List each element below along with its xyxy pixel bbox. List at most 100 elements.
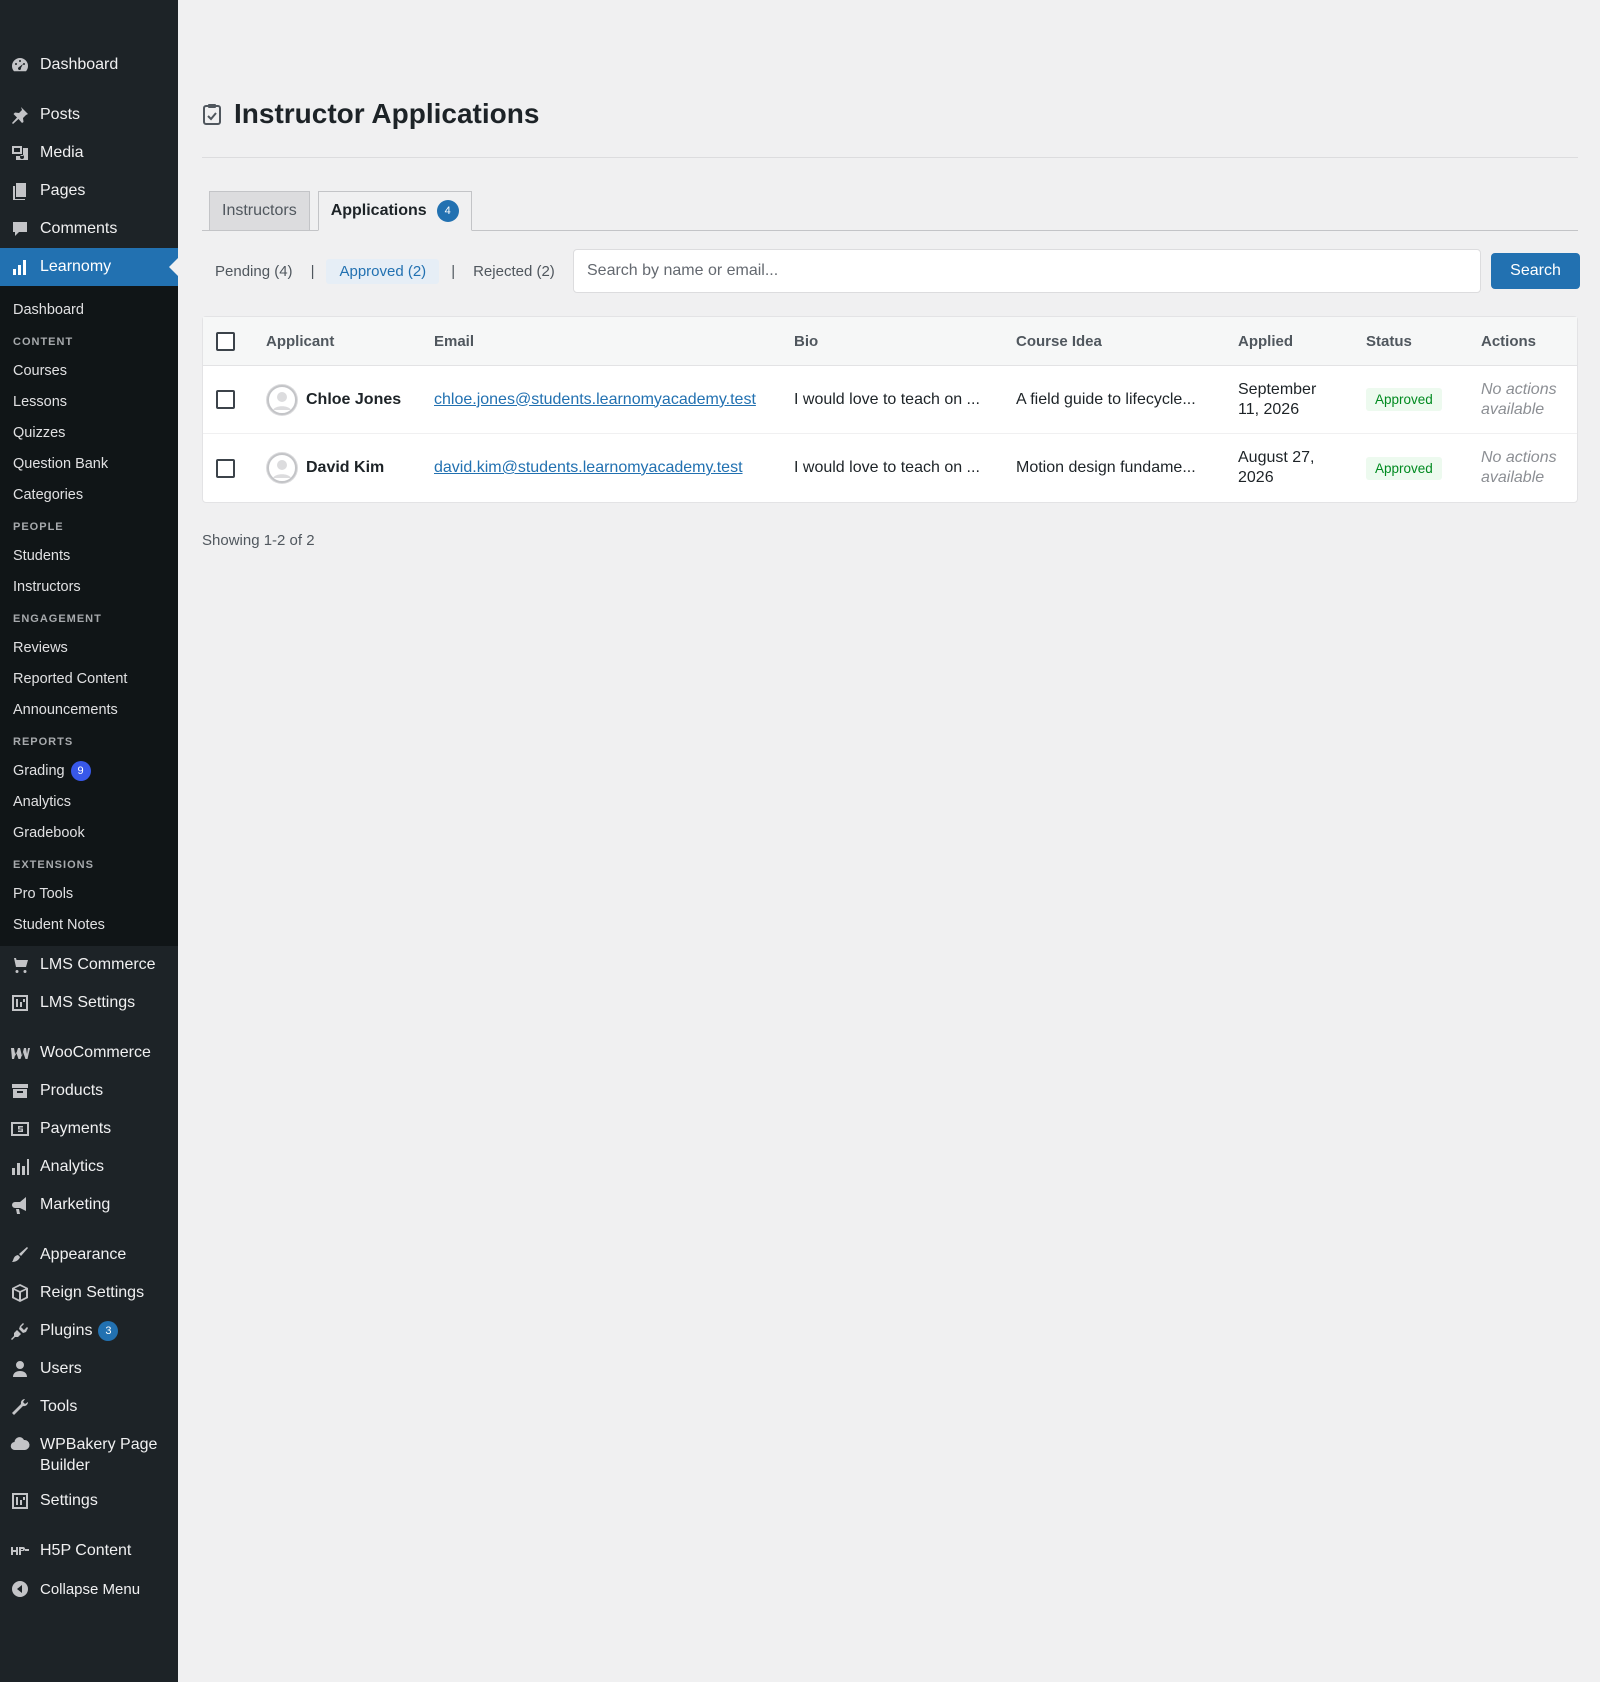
submenu-reviews[interactable]: Reviews	[0, 632, 178, 663]
submenu-pro-tools[interactable]: Pro Tools	[0, 878, 178, 909]
menu-lms-commerce-label: LMS Commerce	[40, 956, 156, 973]
archive-icon	[10, 1081, 30, 1101]
menu-h5p-label: H5P Content	[40, 1542, 132, 1559]
menu-appearance-label: Appearance	[40, 1246, 127, 1263]
submenu-heading-people: PEOPLE	[13, 521, 64, 533]
tab-instructors[interactable]: Instructors	[209, 191, 310, 231]
select-all-cell	[216, 317, 235, 365]
applications-table: Applicant Email Bio Course Idea Applied …	[202, 316, 1578, 503]
menu-marketing[interactable]: Marketing	[0, 1186, 178, 1224]
menu-settings[interactable]: Settings	[0, 1482, 178, 1520]
submenu-analytics[interactable]: Analytics	[0, 786, 178, 817]
submenu-lessons[interactable]: Lessons	[0, 386, 178, 417]
paintbrush-icon	[10, 1245, 30, 1265]
submenu-student-notes[interactable]: Student Notes	[0, 909, 178, 940]
col-applicant[interactable]: Applicant	[266, 317, 334, 365]
menu-products[interactable]: Products	[0, 1072, 178, 1110]
menu-payments[interactable]: Payments	[0, 1110, 178, 1148]
menu-learnomy-label: Learnomy	[40, 258, 112, 275]
menu-media[interactable]: Media	[0, 134, 178, 172]
submenu-quizzes[interactable]: Quizzes	[0, 417, 178, 448]
filter-rejected[interactable]: Rejected (2)	[467, 259, 561, 284]
megaphone-icon	[10, 1195, 30, 1215]
search-button[interactable]: Search	[1491, 253, 1580, 289]
menu-reign-settings-label: Reign Settings	[40, 1284, 145, 1301]
filter-pending[interactable]: Pending (4)	[209, 259, 299, 284]
menu-collapse[interactable]: Collapse Menu	[0, 1570, 178, 1608]
menu-users[interactable]: Users	[0, 1350, 178, 1388]
status-filters: Pending (4) | Approved (2) | Rejected (2…	[209, 259, 561, 284]
applicant-email-link[interactable]: david.kim@students.learnomyacademy.test	[434, 459, 743, 477]
menu-woocommerce[interactable]: WooCommerce	[0, 1034, 178, 1072]
tab-applications[interactable]: Applications 4	[317, 191, 472, 231]
applicant-name: Chloe Jones	[306, 390, 402, 408]
menu-comments-label: Comments	[40, 220, 118, 237]
applicant-email-link[interactable]: chloe.jones@students.learnomyacademy.tes…	[434, 391, 756, 409]
page-title: Instructor Applications	[234, 98, 540, 129]
applicant-cell: Chloe Jones	[266, 366, 401, 433]
menu-pages[interactable]: Pages	[0, 172, 178, 210]
menu-products-label: Products	[40, 1082, 104, 1099]
submenu-grading[interactable]: Grading 9	[0, 755, 178, 786]
col-status[interactable]: Status	[1366, 317, 1412, 365]
submenu-gradebook[interactable]: Gradebook	[0, 817, 178, 848]
cube-icon	[10, 1283, 30, 1303]
menu-h5p[interactable]: H5P Content	[0, 1532, 178, 1570]
submenu-announcements[interactable]: Announcements	[0, 694, 178, 725]
col-applied[interactable]: Applied	[1238, 317, 1293, 365]
submenu-instructors[interactable]: Instructors	[0, 571, 178, 602]
row-checkbox[interactable]	[216, 390, 235, 409]
applied-date-line2: 11, 2026	[1238, 400, 1300, 418]
menu-analytics-label: Analytics	[40, 1158, 105, 1175]
learnomy-submenu: Dashboard CONTENT Courses Lessons Quizze…	[0, 286, 178, 946]
avatar	[266, 383, 298, 416]
search-input[interactable]	[573, 249, 1481, 293]
select-all-checkbox[interactable]	[216, 331, 235, 351]
submenu-students[interactable]: Students	[0, 540, 178, 571]
row-checkbox[interactable]	[216, 458, 235, 478]
menu-wpbakery-line1: WPBakery Page	[40, 1436, 158, 1453]
menu-wpbakery-line2: Builder	[40, 1457, 90, 1474]
col-bio[interactable]: Bio	[794, 317, 818, 365]
menu-dashboard[interactable]: Dashboard	[0, 46, 178, 84]
cloud-icon	[10, 1434, 30, 1454]
menu-reign-settings[interactable]: Reign Settings	[0, 1274, 178, 1312]
menu-woocommerce-label: WooCommerce	[40, 1044, 151, 1061]
submenu-categories[interactable]: Categories	[0, 479, 178, 510]
menu-pages-label: Pages	[40, 182, 86, 199]
course-idea-cell: A field guide to lifecycle...	[1016, 390, 1196, 408]
menu-plugins[interactable]: Plugins 3	[0, 1312, 178, 1350]
menu-comments[interactable]: Comments	[0, 210, 178, 248]
payments-icon	[10, 1119, 30, 1139]
pagination-summary: Showing 1-2 of 2	[202, 532, 315, 549]
tab-bar: Instructors Applications 4	[209, 191, 480, 231]
submenu-reported-content[interactable]: Reported Content	[0, 663, 178, 694]
menu-tools[interactable]: Tools	[0, 1388, 178, 1426]
table-header: Applicant Email Bio Course Idea Applied …	[203, 317, 1577, 366]
dashboard-icon	[10, 55, 30, 75]
no-actions-line1: No actions	[1481, 449, 1557, 466]
submenu-dashboard[interactable]: Dashboard	[0, 294, 178, 325]
submenu-courses[interactable]: Courses	[0, 355, 178, 386]
menu-lms-settings[interactable]: LMS Settings	[0, 984, 178, 1022]
tab-instructors-label: Instructors	[222, 202, 297, 219]
submenu-question-bank[interactable]: Question Bank	[0, 448, 178, 479]
status-badge: Approved	[1366, 456, 1442, 480]
submenu-heading-reports: REPORTS	[13, 736, 74, 748]
filter-approved[interactable]: Approved (2)	[326, 259, 440, 284]
applied-cell: August 27, 2026	[1238, 434, 1315, 502]
plugin-icon	[10, 1321, 30, 1341]
menu-lms-commerce[interactable]: LMS Commerce	[0, 946, 178, 984]
menu-appearance[interactable]: Appearance	[0, 1236, 178, 1274]
menu-analytics[interactable]: Analytics	[0, 1148, 178, 1186]
avatar	[266, 452, 298, 484]
col-course-idea[interactable]: Course Idea	[1016, 317, 1102, 365]
menu-posts[interactable]: Posts	[0, 96, 178, 134]
bar-chart-icon	[10, 257, 30, 277]
col-email[interactable]: Email	[434, 317, 474, 365]
menu-settings-label: Settings	[40, 1492, 98, 1509]
bio-cell: I would love to teach on ...	[794, 459, 980, 476]
menu-learnomy[interactable]: Learnomy	[0, 248, 178, 286]
menu-wpbakery[interactable]: WPBakery Page Builder	[0, 1426, 178, 1482]
applied-date-line2: 2026	[1238, 469, 1274, 486]
